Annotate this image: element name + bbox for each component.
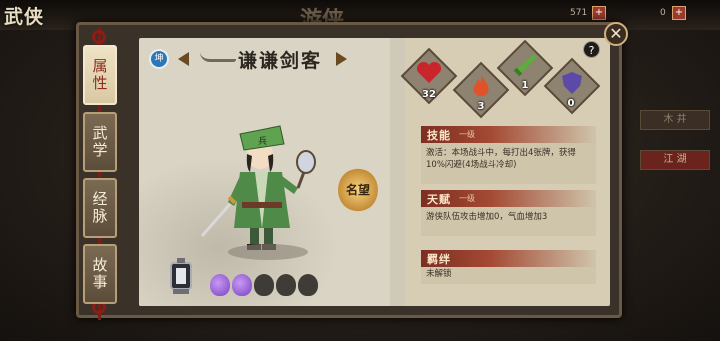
- resource-counter-1: 571: [570, 8, 588, 18]
- hero-character-image: 兵: [200, 110, 320, 270]
- talent-level: 一级: [459, 194, 475, 203]
- rank-pip-empty: [254, 274, 274, 296]
- talent-description: 游侠队伍攻击增加0，气血增加3: [426, 212, 548, 222]
- previous-hero-arrow[interactable]: [178, 52, 189, 66]
- talent-title: 天赋: [427, 192, 451, 206]
- talent-header: 天赋 一级: [421, 190, 596, 207]
- skill-header: 技能 一级: [421, 126, 596, 143]
- shield-icon: [559, 70, 585, 96]
- skill-level: 一级: [459, 130, 475, 139]
- rank-pip-filled: [210, 274, 230, 296]
- tab-attributes[interactable]: 属性: [83, 45, 117, 105]
- add-resource-2-button[interactable]: +: [672, 6, 686, 20]
- resource-counter-2: 0: [660, 8, 666, 18]
- faction-badge: 坤: [149, 49, 169, 69]
- flame-icon: [468, 74, 494, 100]
- bond-header: 羁绊: [421, 250, 596, 267]
- help-button[interactable]: ?: [583, 41, 600, 58]
- bond-section: 羁绊 未解锁: [421, 250, 596, 284]
- stat-defense-value: 0: [567, 98, 575, 109]
- background-button-2[interactable]: 江 湖: [640, 150, 710, 170]
- skill-section: 技能 一级 激活：本场战斗中，每打出4张牌，获得10%闪避(4场战斗冷却): [421, 126, 596, 184]
- game-logo: 武侠: [4, 6, 45, 28]
- bond-title: 羁绊: [427, 252, 451, 266]
- talent-section: 天赋 一级 游侠队伍攻击增加0，气血增加3: [421, 190, 596, 236]
- stat-health-value: 32: [422, 89, 436, 100]
- heart-icon: [416, 60, 442, 86]
- rank-pip-empty: [298, 274, 318, 296]
- tab-meridians[interactable]: 经脉: [83, 178, 117, 238]
- star-rating: [210, 274, 318, 296]
- background-button-1[interactable]: 木 井: [640, 110, 710, 130]
- knot-decoration: [92, 30, 106, 44]
- lantern-icon: [167, 257, 195, 297]
- fame-badge[interactable]: 名望: [338, 168, 378, 212]
- close-button[interactable]: ✕: [604, 22, 628, 46]
- skill-title: 技能: [427, 128, 451, 142]
- skill-description: 激活：本场战斗中，每打出4张牌，获得10%闪避(4场战斗冷却): [426, 148, 576, 170]
- next-hero-arrow[interactable]: [336, 52, 347, 66]
- rank-pip-filled: [232, 274, 252, 296]
- tab-martial-arts[interactable]: 武学: [83, 112, 117, 172]
- tab-story[interactable]: 故事: [83, 244, 117, 304]
- stat-attack-value: 3: [477, 101, 485, 112]
- game-screen: 武侠 游侠 571 + 0 + 木 井 江 湖 属性 武学 经脉 故事 坤 谦谦…: [0, 0, 720, 341]
- sword-decoration: [200, 52, 236, 62]
- rank-pip-empty: [276, 274, 296, 296]
- svg-text:兵: 兵: [258, 135, 267, 147]
- stat-weapon-value: 1: [521, 80, 529, 91]
- bond-description: 未解锁: [426, 269, 452, 279]
- add-resource-1-button[interactable]: +: [592, 6, 606, 20]
- hero-name: 谦谦剑客: [238, 50, 323, 72]
- sword-icon: [512, 52, 538, 78]
